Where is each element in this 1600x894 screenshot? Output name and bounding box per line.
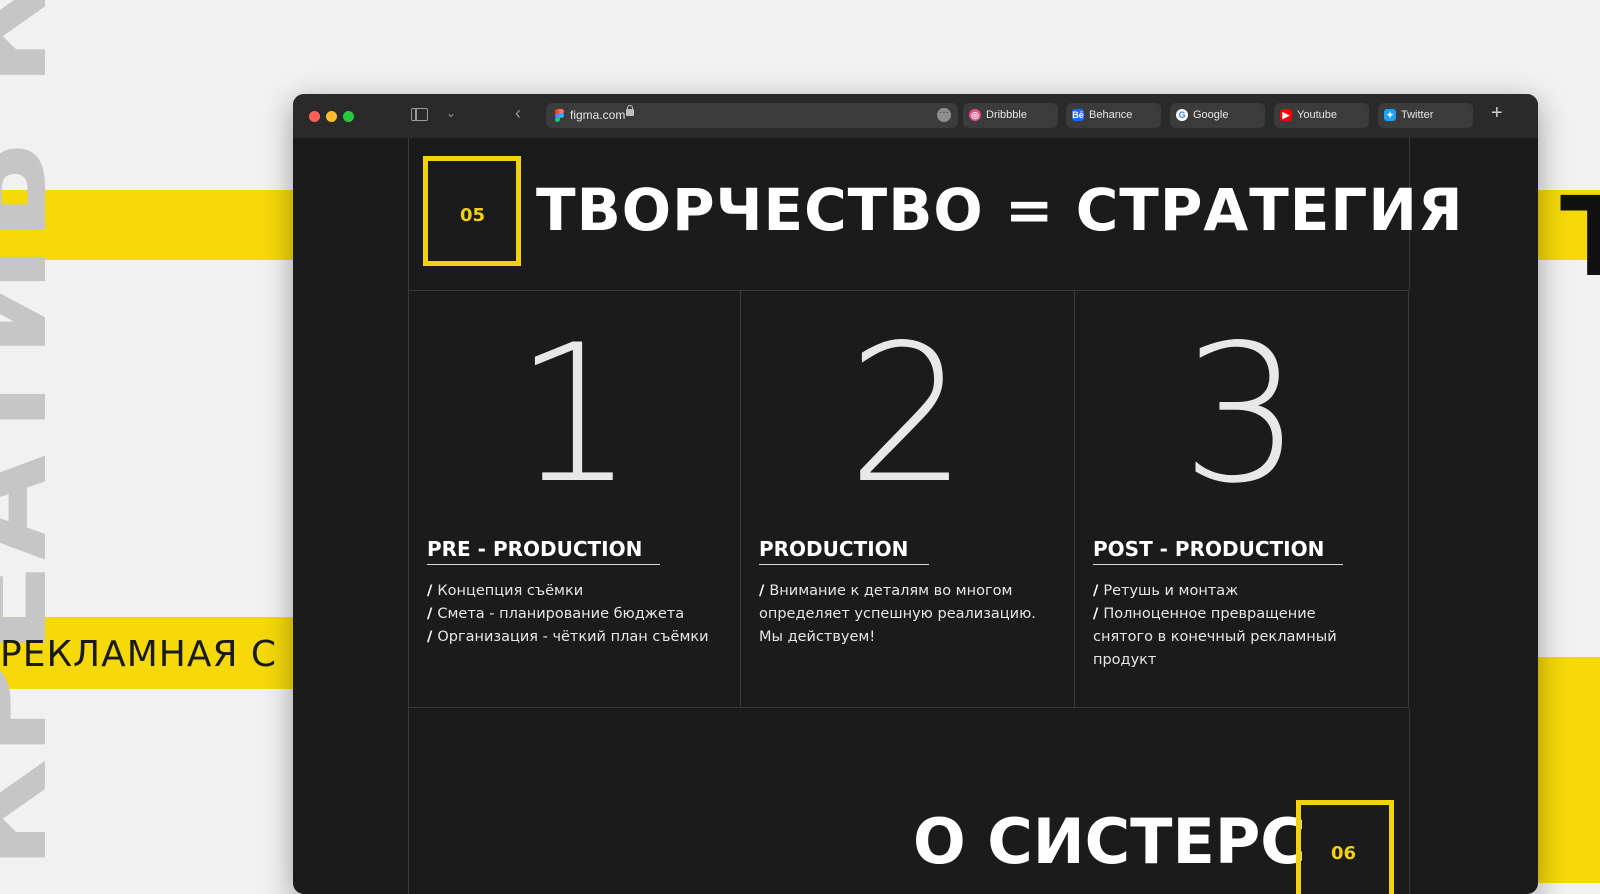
step-description: / Внимание к деталям во многом определяе… [759,583,1036,645]
minimize-window-button[interactable] [326,111,337,122]
next-section-number: 06 [1331,843,1357,864]
step-title-underline [759,564,929,565]
step-title: PRE - PRODUCTION [427,537,643,561]
browser-toolbar: ⌄ ‹ figma.com ··· ◎ Dribbble Bē Behance … [293,94,1538,138]
bookmark-label: Dribbble [986,109,1027,121]
step-card: 1 PRE - PRODUCTION / Концепция съёмки / … [408,290,741,708]
bookmark-label: Youtube [1297,109,1337,121]
step-title: POST - PRODUCTION [1093,537,1325,561]
bookmark-youtube[interactable]: ▶ Youtube [1274,103,1369,128]
url-text: figma.com [570,108,626,122]
maximize-window-button[interactable] [343,111,354,122]
step-number: 3 [1181,304,1302,525]
step-title-underline [427,564,660,565]
background-right-glyph: Т [1560,173,1600,301]
section-number: 05 [460,205,486,226]
bookmark-label: Google [1193,109,1229,121]
bookmark-label: Twitter [1401,109,1434,121]
sidebar-toggle-icon[interactable] [411,108,428,121]
figma-canvas: 05 ТВОРЧЕСТВО = СТРАТЕГИЯ 1 PRE - PRODUC… [293,138,1538,894]
google-icon: G [1176,109,1188,121]
step-number: 1 [514,304,635,525]
background-vertical-word: КРЕАТИВ КР [0,0,78,870]
lock-icon [626,105,634,116]
bookmark-google[interactable]: G Google [1170,103,1265,128]
twitter-icon: ✦ [1384,109,1396,121]
step-card: 3 POST - PRODUCTION / Ретушь и монтаж / … [1075,290,1409,708]
slide-headline: ТВОРЧЕСТВО = СТРАТЕГИЯ [536,176,1464,244]
step-number: 2 [847,304,968,525]
chevron-down-icon[interactable]: ⌄ [446,107,456,119]
next-section-title: О СИСТЕРС [913,805,1306,878]
section-number-box: 05 [423,156,521,266]
new-tab-plus-icon[interactable]: + [1491,103,1503,123]
steps-grid: 1 PRE - PRODUCTION / Концепция съёмки / … [408,290,1409,708]
bookmark-twitter[interactable]: ✦ Twitter [1378,103,1473,128]
bookmark-behance[interactable]: Bē Behance [1066,103,1161,128]
browser-window: ⌄ ‹ figma.com ··· ◎ Dribbble Bē Behance … [293,94,1538,894]
step-card: 2 PRODUCTION / Внимание к деталям во мно… [741,290,1075,708]
ellipsis-icon[interactable]: ··· [937,108,951,122]
dribbble-icon: ◎ [969,109,981,121]
step-title: PRODUCTION [759,537,909,561]
bookmark-dribbble[interactable]: ◎ Dribbble [963,103,1058,128]
back-arrow-icon[interactable]: ‹ [515,104,521,122]
figma-icon [555,109,564,122]
behance-icon: Bē [1072,109,1084,121]
address-bar[interactable]: figma.com ··· [546,103,958,128]
next-section-number-box: 06 [1296,800,1394,894]
step-title-underline [1093,564,1343,565]
bookmark-label: Behance [1089,109,1133,121]
background-side-label: РЕКЛАМНАЯ С [0,634,278,675]
close-window-button[interactable] [309,111,320,122]
step-description: / Концепция съёмки / Смета - планировани… [427,583,709,645]
step-description: / Ретушь и монтаж / Полноценное превраще… [1093,583,1337,668]
youtube-icon: ▶ [1280,109,1292,121]
